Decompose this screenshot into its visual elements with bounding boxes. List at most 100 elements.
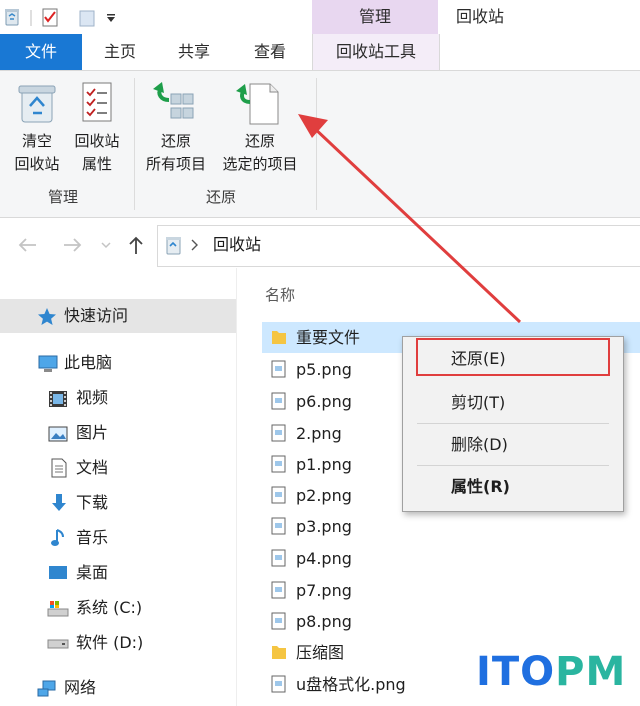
nav-this-pc[interactable]: 此电脑: [0, 346, 236, 380]
group-label-restore: 还原: [206, 188, 237, 206]
image-file-icon: [271, 581, 286, 599]
file-row[interactable]: p4.png: [262, 543, 640, 574]
nav-buttons: [18, 236, 143, 254]
nav-item-label: 音乐: [76, 528, 109, 547]
nav-network[interactable]: 网络: [0, 671, 236, 705]
menu-separator: [417, 423, 609, 424]
forward-arrow-icon[interactable]: [64, 238, 82, 252]
file-row[interactable]: p7.png: [262, 575, 640, 606]
empty-recycle-bin-line1: 清空: [21, 132, 52, 150]
recycle-bin-properties-line2: 属性: [81, 155, 112, 173]
nav-music[interactable]: 音乐: [0, 521, 236, 555]
image-file-icon: [271, 392, 286, 410]
restore-all-items-icon[interactable]: [151, 80, 197, 126]
nav-pictures[interactable]: 图片: [0, 416, 236, 450]
recycle-bin-small-icon[interactable]: [5, 9, 19, 26]
new-folder-small-icon[interactable]: [79, 10, 95, 27]
tab-home[interactable]: 主页: [92, 34, 148, 70]
pictures-icon: [48, 426, 68, 442]
nav-drive-c[interactable]: 系统 (C:): [0, 591, 236, 625]
tab-file[interactable]: 文件: [0, 34, 82, 70]
file-row[interactable]: p3.png: [262, 511, 640, 542]
nav-item-label: 图片: [76, 423, 109, 442]
context-tab-header: 管理: [312, 0, 438, 34]
menu-item-label: 剪切(T): [451, 393, 506, 412]
folder-icon: [272, 646, 286, 659]
nav-item-label: 下载: [76, 493, 109, 512]
window-title: 回收站: [456, 7, 505, 26]
nav-item-label: 网络: [64, 678, 97, 697]
image-file-icon: [271, 549, 286, 567]
video-icon: [49, 391, 67, 407]
recycle-bin-properties-icon[interactable]: [78, 80, 118, 126]
pane-divider: [236, 268, 237, 706]
menu-item-cut[interactable]: 剪切(T): [403, 385, 623, 421]
recycle-bin-location-icon: [166, 237, 181, 255]
file-name: p2.png: [296, 486, 352, 505]
nav-drive-d[interactable]: 软件 (D:): [0, 626, 236, 660]
recycle-bin-properties-button[interactable]: 回收站 属性: [66, 130, 128, 176]
nav-item-label: 系统 (C:): [76, 598, 143, 617]
file-name: p8.png: [296, 612, 352, 631]
menu-item-properties[interactable]: 属性(R): [403, 469, 623, 505]
drive-d-icon: [47, 639, 69, 649]
recent-locations-chevron-icon[interactable]: [101, 242, 111, 249]
image-file-icon: [271, 424, 286, 442]
nav-item-label: 视频: [76, 388, 109, 407]
watermark-logo: ITOPM: [476, 649, 627, 695]
nav-item-label: 软件 (D:): [76, 633, 144, 652]
image-file-icon: [271, 517, 286, 535]
file-name: p6.png: [296, 392, 352, 411]
restore-all-line2: 所有项目: [145, 155, 206, 173]
restore-all-line1: 还原: [160, 132, 191, 150]
breadcrumb-recycle-bin[interactable]: 回收站: [213, 234, 261, 256]
empty-recycle-bin-line2: 回收站: [14, 155, 60, 173]
drive-c-icon: [47, 601, 69, 617]
folder-icon: [272, 331, 286, 344]
computer-icon: [38, 355, 58, 372]
network-icon: [37, 680, 56, 697]
annotation-arrow-icon: [298, 114, 522, 324]
qat-dropdown-icon[interactable]: [107, 14, 115, 22]
file-name: p7.png: [296, 581, 352, 600]
nav-item-label: 此电脑: [64, 353, 113, 372]
file-row[interactable]: p8.png: [262, 606, 640, 637]
menu-item-label: 属性(R): [451, 477, 510, 496]
restore-all-items-button[interactable]: 还原 所有项目: [138, 130, 214, 176]
menu-item-delete[interactable]: 删除(D): [403, 427, 623, 463]
tab-recycle-bin-tools[interactable]: 回收站工具: [312, 34, 440, 70]
nav-downloads[interactable]: 下载: [0, 486, 236, 520]
desktop-icon: [49, 566, 67, 579]
image-file-icon: [271, 675, 286, 693]
file-name: p3.png: [296, 517, 352, 536]
up-arrow-icon[interactable]: [129, 236, 143, 254]
quick-access-toolbar: [5, 8, 115, 27]
file-name: u盘格式化.png: [296, 675, 406, 694]
menu-item-label: 删除(D): [451, 435, 508, 454]
nav-desktop[interactable]: 桌面: [0, 556, 236, 590]
nav-item-label: 桌面: [76, 563, 109, 582]
documents-icon: [51, 458, 67, 478]
image-file-icon: [271, 486, 286, 504]
back-arrow-icon[interactable]: [18, 238, 36, 252]
restore-selected-items-icon[interactable]: [236, 80, 282, 126]
nav-videos[interactable]: 视频: [0, 381, 236, 415]
properties-check-icon[interactable]: [42, 8, 58, 27]
file-name: p5.png: [296, 360, 352, 379]
image-file-icon: [271, 612, 286, 630]
nav-item-label: 快速访问: [64, 306, 129, 325]
empty-recycle-bin-icon[interactable]: [14, 80, 60, 126]
file-name: 2.png: [296, 424, 342, 443]
tab-share[interactable]: 共享: [166, 34, 222, 70]
file-name: p4.png: [296, 549, 352, 568]
download-icon: [52, 494, 66, 511]
empty-recycle-bin-button[interactable]: 清空 回收站: [6, 130, 68, 176]
group-label-manage: 管理: [48, 188, 79, 206]
breadcrumb-separator-icon[interactable]: [190, 238, 200, 252]
image-file-icon: [271, 360, 286, 378]
tab-view[interactable]: 查看: [242, 34, 298, 70]
annotation-highlight-box: [416, 338, 610, 376]
nav-documents[interactable]: 文档: [0, 451, 236, 485]
nav-quick-access[interactable]: 快速访问: [0, 299, 236, 333]
music-icon: [51, 529, 64, 546]
